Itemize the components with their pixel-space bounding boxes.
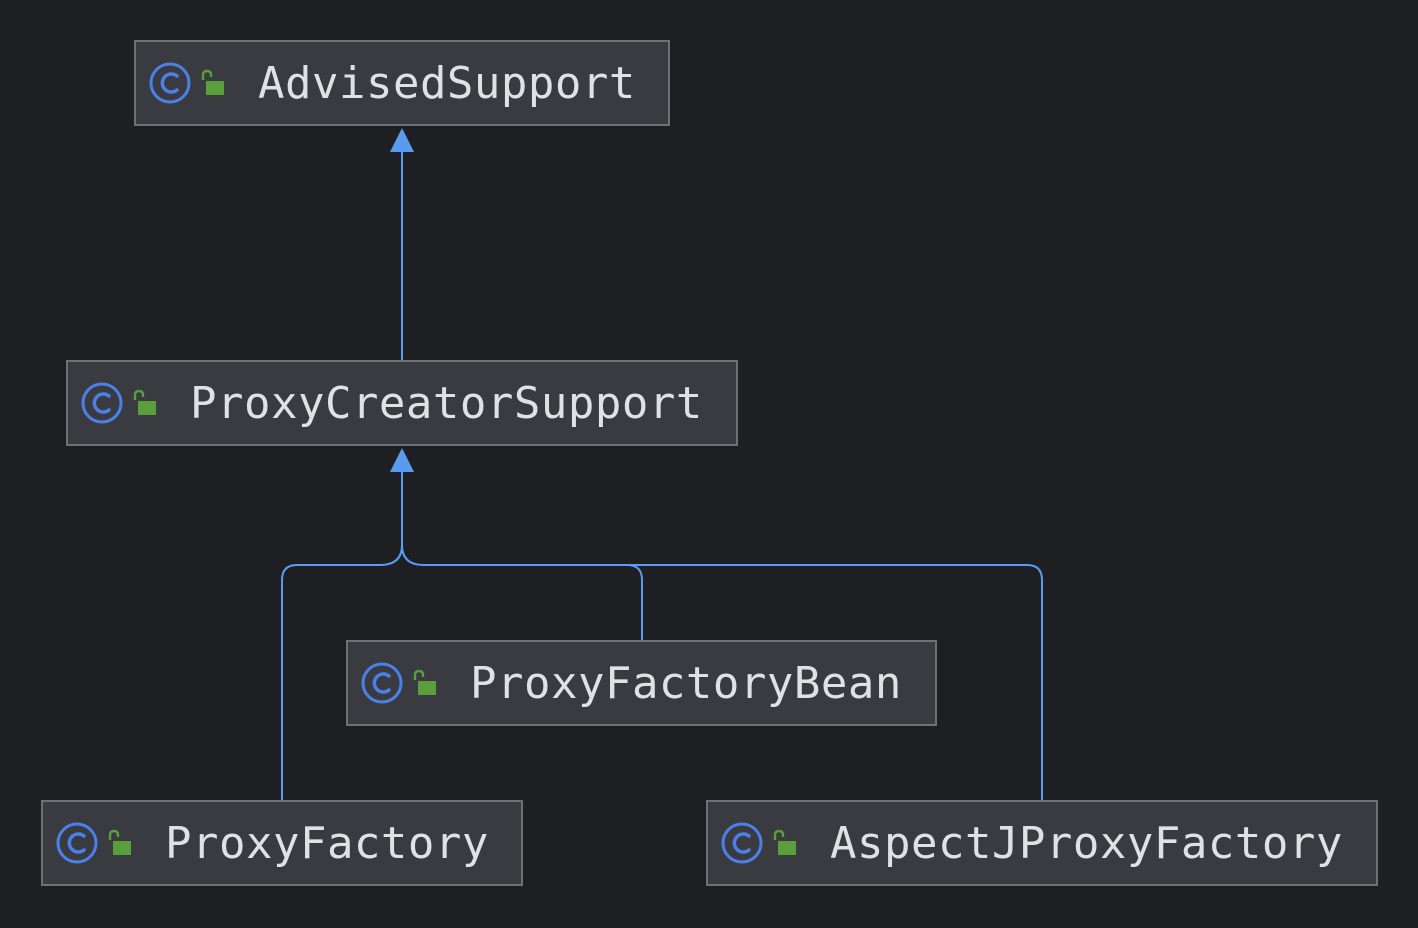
class-name-label: ProxyCreatorSupport	[190, 377, 703, 429]
public-lock-icon	[133, 389, 156, 415]
inheritance-edges	[281, 128, 1043, 800]
class-node-proxy-creator-support[interactable]: ProxyCreatorSupport	[66, 360, 738, 446]
edge-pf-to-pcs	[281, 470, 403, 800]
public-lock-icon	[413, 669, 436, 695]
edge-pfb-to-pcs	[401, 470, 643, 640]
class-icon	[56, 822, 98, 864]
diagram-canvas: AdvisedSupport ProxyCreatorSupport Proxy…	[0, 0, 1418, 928]
arrowhead-advised	[390, 128, 414, 152]
class-icon	[361, 662, 403, 704]
public-lock-icon	[773, 829, 796, 855]
class-name-label: ProxyFactoryBean	[470, 657, 902, 709]
public-lock-icon	[108, 829, 131, 855]
class-node-advised-support[interactable]: AdvisedSupport	[134, 40, 670, 126]
class-name-label: AdvisedSupport	[258, 57, 636, 109]
class-node-aspectj-proxy-factory[interactable]: AspectJProxyFactory	[706, 800, 1378, 886]
class-icon	[149, 62, 191, 104]
class-node-proxy-factory[interactable]: ProxyFactory	[41, 800, 523, 886]
class-icon	[81, 382, 123, 424]
class-icon	[721, 822, 763, 864]
class-name-label: AspectJProxyFactory	[830, 817, 1343, 869]
public-lock-icon	[201, 69, 224, 95]
arrowhead-pcs	[390, 448, 414, 472]
class-node-proxy-factory-bean[interactable]: ProxyFactoryBean	[346, 640, 937, 726]
class-name-label: ProxyFactory	[165, 817, 489, 869]
